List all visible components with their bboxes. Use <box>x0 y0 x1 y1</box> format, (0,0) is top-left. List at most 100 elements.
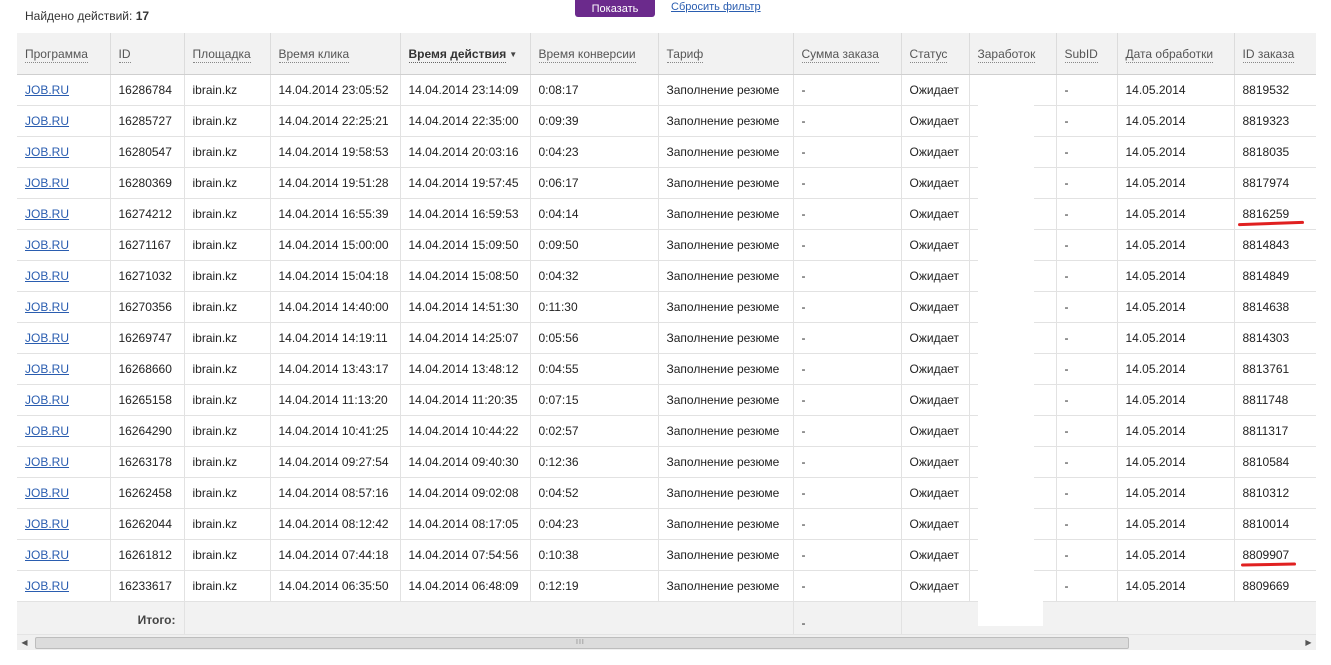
table-row: JOB.RU 16269747 ibrain.kz 14.04.2014 14:19:… <box>17 322 1316 354</box>
cell-click-time: 14.04.2014 23:05:52 <box>269 74 400 106</box>
column-header-click-time[interactable]: Время клика <box>269 33 400 75</box>
cell-order-sum: - <box>792 291 901 323</box>
cell-id: 16265158 <box>109 384 184 416</box>
table-row: JOB.RU 16264290 ibrain.kz 14.04.2014 10:41:… <box>17 415 1316 447</box>
cell-click-time: 14.04.2014 09:27:54 <box>269 446 400 478</box>
program-link[interactable]: JOB.RU <box>25 517 69 531</box>
cell-order-id: 8814843 <box>1233 229 1316 261</box>
cell-site: ibrain.kz <box>183 322 270 354</box>
table-row: JOB.RU 16233617 ibrain.kz 14.04.2014 06:35:… <box>17 570 1316 602</box>
cell-subid: - <box>1055 74 1117 106</box>
cell-action-time: 14.04.2014 15:08:50 <box>399 260 530 292</box>
program-link[interactable]: JOB.RU <box>25 486 69 500</box>
column-header-label: Площадка <box>192 46 251 63</box>
cell-tariff: Заполнение резюме <box>657 198 793 230</box>
cell-proc-date: 14.05.2014 <box>1116 136 1234 168</box>
earnings-redaction <box>978 76 1034 596</box>
column-header-conv-time[interactable]: Время конверсии <box>529 33 658 75</box>
cell-status: Ожидает <box>900 229 969 261</box>
column-header-label: Время клика <box>278 46 350 63</box>
column-header-earnings[interactable]: Заработок <box>968 33 1056 75</box>
cell-status: Ожидает <box>900 539 969 571</box>
column-header-status[interactable]: Статус <box>900 33 969 75</box>
cell-subid: - <box>1055 353 1117 385</box>
cell-action-time: 14.04.2014 15:09:50 <box>399 229 530 261</box>
column-header-proc-date[interactable]: Дата обработки <box>1116 33 1234 75</box>
cell-program: JOB.RU <box>17 570 110 602</box>
cell-id: 16233617 <box>109 570 184 602</box>
cell-click-time: 14.04.2014 10:41:25 <box>269 415 400 447</box>
table-row: JOB.RU 16271032 ibrain.kz 14.04.2014 15:04:… <box>17 260 1316 292</box>
cell-action-time: 14.04.2014 07:54:56 <box>399 539 530 571</box>
program-link[interactable]: JOB.RU <box>25 238 69 252</box>
reset-filter-link[interactable]: Сбросить фильтр <box>671 1 761 13</box>
program-link[interactable]: JOB.RU <box>25 455 69 469</box>
program-link[interactable]: JOB.RU <box>25 548 69 562</box>
program-link[interactable]: JOB.RU <box>25 362 69 376</box>
column-header-program[interactable]: Программа <box>17 33 110 75</box>
program-link[interactable]: JOB.RU <box>25 331 69 345</box>
column-header-label: ID <box>118 46 131 63</box>
table-row: JOB.RU 16261812 ibrain.kz 14.04.2014 07:44:… <box>17 539 1316 571</box>
cell-tariff: Заполнение резюме <box>657 229 793 261</box>
cell-order-sum: - <box>792 353 901 385</box>
found-summary: Найдено действий: 17 <box>25 9 149 23</box>
cell-conv-time: 0:07:15 <box>529 384 658 416</box>
column-header-site[interactable]: Площадка <box>183 33 270 75</box>
scroll-left-icon[interactable]: ◀ <box>17 635 32 650</box>
program-link[interactable]: JOB.RU <box>25 300 69 314</box>
program-link[interactable]: JOB.RU <box>25 393 69 407</box>
scrollbar-thumb[interactable]: III <box>35 637 1129 649</box>
cell-site: ibrain.kz <box>183 74 270 106</box>
cell-proc-date: 14.05.2014 <box>1116 477 1234 509</box>
cell-click-time: 14.04.2014 06:35:50 <box>269 570 400 602</box>
column-header-action-time[interactable]: Время действия ▼ <box>399 33 530 75</box>
show-button[interactable]: Показать <box>575 0 655 17</box>
cell-site: ibrain.kz <box>183 508 270 540</box>
cell-id: 16263178 <box>109 446 184 478</box>
cell-click-time: 14.04.2014 15:04:18 <box>269 260 400 292</box>
cell-site: ibrain.kz <box>183 446 270 478</box>
cell-action-time: 14.04.2014 14:25:07 <box>399 322 530 354</box>
cell-conv-time: 0:12:19 <box>529 570 658 602</box>
cell-order-sum: - <box>792 415 901 447</box>
horizontal-scrollbar[interactable]: ◀ III ▶ <box>17 634 1316 650</box>
cell-action-time: 14.04.2014 09:40:30 <box>399 446 530 478</box>
column-header-label: SubID <box>1064 46 1098 63</box>
cell-proc-date: 14.05.2014 <box>1116 322 1234 354</box>
column-header-order-id[interactable]: ID заказа <box>1233 33 1316 75</box>
program-link[interactable]: JOB.RU <box>25 207 69 221</box>
column-header-tariff[interactable]: Тариф <box>657 33 793 75</box>
cell-program: JOB.RU <box>17 74 110 106</box>
cell-site: ibrain.kz <box>183 260 270 292</box>
cell-status: Ожидает <box>900 260 969 292</box>
cell-program: JOB.RU <box>17 539 110 571</box>
program-link[interactable]: JOB.RU <box>25 114 69 128</box>
cell-tariff: Заполнение резюме <box>657 291 793 323</box>
cell-status: Ожидает <box>900 105 969 137</box>
program-link[interactable]: JOB.RU <box>25 176 69 190</box>
table-row: JOB.RU 16262458 ibrain.kz 14.04.2014 08:57:… <box>17 477 1316 509</box>
cell-proc-date: 14.05.2014 <box>1116 105 1234 137</box>
totals-empty <box>900 601 1316 638</box>
program-link[interactable]: JOB.RU <box>25 269 69 283</box>
cell-order-sum: - <box>792 508 901 540</box>
program-link[interactable]: JOB.RU <box>25 424 69 438</box>
cell-click-time: 14.04.2014 19:51:28 <box>269 167 400 199</box>
column-header-order-sum[interactable]: Сумма заказа <box>792 33 901 75</box>
cell-order-sum: - <box>792 198 901 230</box>
program-link[interactable]: JOB.RU <box>25 579 69 593</box>
cell-subid: - <box>1055 508 1117 540</box>
column-header-id[interactable]: ID <box>109 33 184 75</box>
table-row: JOB.RU 16280369 ibrain.kz 14.04.2014 19:51:… <box>17 167 1316 199</box>
scroll-right-icon[interactable]: ▶ <box>1301 635 1316 650</box>
cell-program: JOB.RU <box>17 477 110 509</box>
program-link[interactable]: JOB.RU <box>25 145 69 159</box>
cell-id: 16285727 <box>109 105 184 137</box>
program-link[interactable]: JOB.RU <box>25 83 69 97</box>
cell-program: JOB.RU <box>17 353 110 385</box>
cell-order-id: 8819323 <box>1233 105 1316 137</box>
column-header-subid[interactable]: SubID <box>1055 33 1117 75</box>
cell-conv-time: 0:06:17 <box>529 167 658 199</box>
cell-action-time: 14.04.2014 16:59:53 <box>399 198 530 230</box>
